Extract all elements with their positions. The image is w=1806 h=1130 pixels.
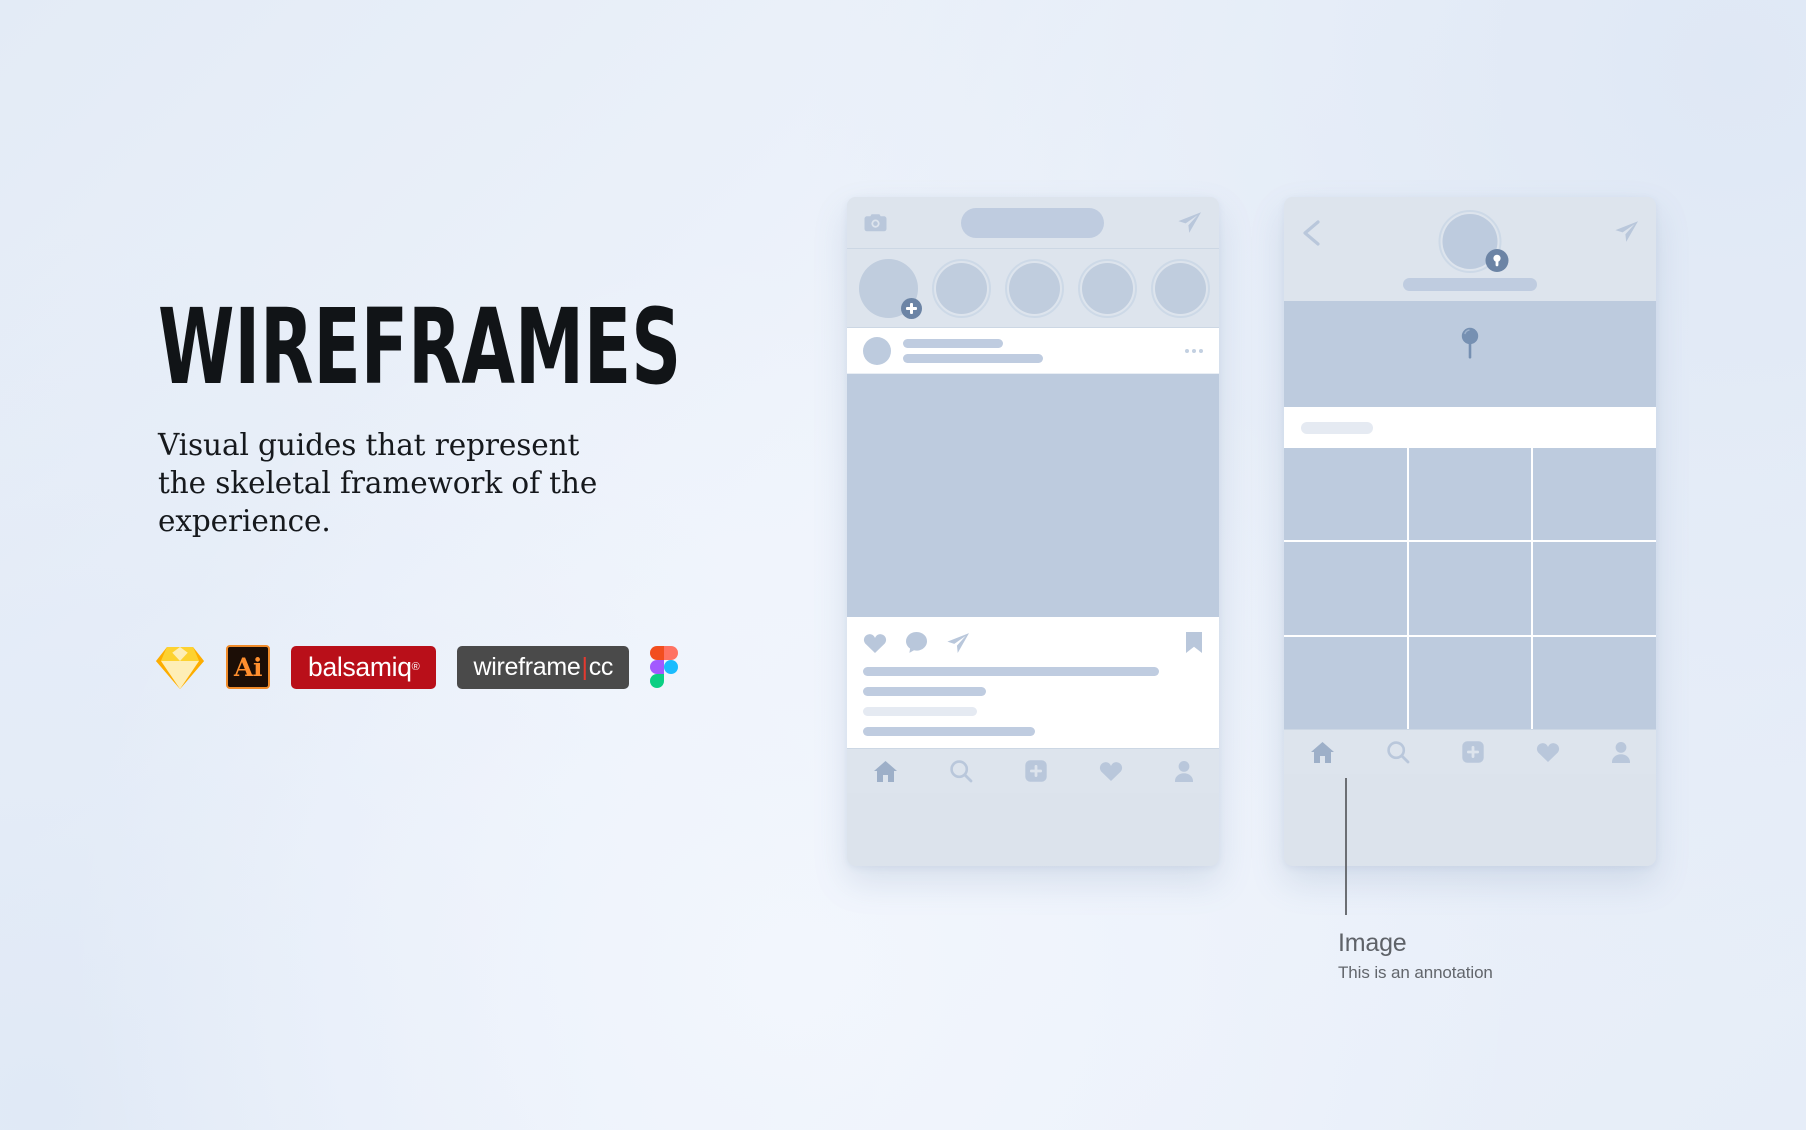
profile-tabbar[interactable] <box>1284 729 1656 774</box>
wireframecc-logo[interactable]: wireframe | cc <box>457 645 630 689</box>
post-author-placeholders <box>903 338 1043 363</box>
add-story-item[interactable] <box>859 258 922 319</box>
photo-grid <box>1284 448 1656 729</box>
story-avatar <box>936 262 987 314</box>
wireframecc-label-right: cc <box>588 652 614 681</box>
camera-icon[interactable] <box>864 213 887 233</box>
stories-row[interactable] <box>847 249 1219 328</box>
story-item[interactable] <box>932 258 991 318</box>
add-post-icon[interactable] <box>1024 759 1048 783</box>
caption-line-muted <box>863 707 977 716</box>
home-icon[interactable] <box>873 760 898 783</box>
figma-icon <box>650 646 679 688</box>
post-action-row <box>863 631 1203 654</box>
search-icon[interactable] <box>949 759 973 783</box>
story-item[interactable] <box>1151 258 1210 318</box>
caption-line <box>863 727 1035 736</box>
profile-search-bar[interactable] <box>1284 407 1656 448</box>
map-pin-icon <box>1461 327 1479 359</box>
home-icon[interactable] <box>1310 741 1335 764</box>
more-options-icon[interactable] <box>1185 348 1203 353</box>
search-input[interactable] <box>1301 421 1373 434</box>
feed-topbar <box>847 197 1219 249</box>
story-item[interactable] <box>1005 258 1064 318</box>
heart-icon[interactable] <box>863 632 887 654</box>
profile-icon[interactable] <box>1174 760 1194 783</box>
send-icon[interactable] <box>1177 211 1202 234</box>
back-chevron-icon[interactable] <box>1301 220 1323 246</box>
annotation-title: Image <box>1338 929 1407 957</box>
grid-item[interactable] <box>1533 636 1656 729</box>
profile-header <box>1284 197 1656 301</box>
post-header <box>847 328 1219 374</box>
profile-avatar[interactable] <box>1438 210 1509 273</box>
sketch-diamond-icon <box>156 647 204 689</box>
grid-item[interactable] <box>1284 448 1407 541</box>
comment-icon[interactable] <box>905 631 928 654</box>
illustrator-logo[interactable]: Ai <box>226 645 270 689</box>
wireframecc-separator: | <box>581 652 589 681</box>
app-logo-placeholder <box>960 207 1104 238</box>
story-avatar <box>1082 262 1133 314</box>
avatar[interactable] <box>863 336 891 365</box>
grid-item[interactable] <box>1533 448 1656 541</box>
grid-item[interactable] <box>1408 542 1532 635</box>
plus-icon[interactable] <box>901 297 922 319</box>
search-icon[interactable] <box>1386 740 1410 764</box>
balsamiq-logo-label: balsamiq <box>308 651 412 682</box>
tool-logo-row: Ai balsamiq ® wireframe | cc <box>155 641 679 693</box>
grid-item[interactable] <box>1533 542 1656 635</box>
bookmark-icon[interactable] <box>1185 631 1203 654</box>
post-actions <box>847 617 1219 748</box>
hero-text-block: WIREFRAMES Visual guides that represent … <box>158 286 718 541</box>
grid-item[interactable] <box>1284 542 1407 635</box>
profile-icon[interactable] <box>1611 741 1631 764</box>
grid-item[interactable] <box>1408 448 1532 541</box>
map-placeholder[interactable] <box>1284 301 1656 407</box>
story-avatar <box>1009 262 1060 314</box>
figma-logo[interactable] <box>650 646 679 688</box>
balsamiq-registered-mark: ® <box>411 661 420 673</box>
hero-subtitle: Visual guides that represent the skeleta… <box>158 427 598 539</box>
send-icon[interactable] <box>1614 220 1639 243</box>
caption-line <box>863 687 986 696</box>
heart-icon[interactable] <box>1099 760 1123 782</box>
lock-glyph-icon <box>1493 254 1501 267</box>
grid-item[interactable] <box>1408 636 1532 729</box>
page-title: WIREFRAMES <box>158 286 682 408</box>
lock-icon[interactable] <box>1485 249 1509 272</box>
wireframecc-label-left: wireframe <box>473 652 581 681</box>
post-caption-placeholders <box>863 667 1203 736</box>
sketch-logo[interactable] <box>155 646 205 689</box>
slide-canvas: WIREFRAMES Visual guides that represent … <box>0 0 1806 1130</box>
annotation-text: This is an annotation <box>1338 963 1493 982</box>
add-post-icon[interactable] <box>1461 740 1485 764</box>
send-icon[interactable] <box>946 632 970 654</box>
grid-item[interactable] <box>1284 636 1407 729</box>
annotation-leader-line <box>1345 778 1347 915</box>
balsamiq-logo[interactable]: balsamiq ® <box>291 645 437 689</box>
story-item[interactable] <box>1078 258 1137 318</box>
caption-line <box>863 667 1159 676</box>
profile-name-placeholder <box>1403 278 1537 291</box>
wireframe-phone-profile <box>1284 197 1656 866</box>
heart-icon[interactable] <box>1536 741 1560 763</box>
feed-tabbar[interactable] <box>847 748 1219 793</box>
post-author-name-placeholder <box>903 338 1003 348</box>
post-image-placeholder <box>847 374 1219 617</box>
wireframe-phone-feed <box>847 197 1219 866</box>
story-avatar <box>1155 262 1206 314</box>
post-location-placeholder <box>903 353 1043 363</box>
illustrator-logo-label: Ai <box>234 652 262 682</box>
